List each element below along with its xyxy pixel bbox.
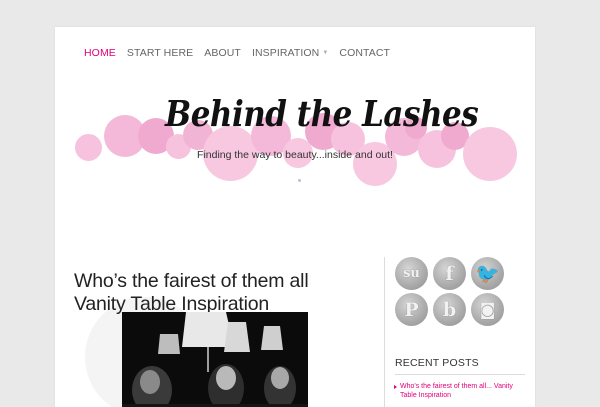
bloglovin-glyph: b — [442, 298, 457, 321]
stumbleupon-icon[interactable]: su — [395, 257, 428, 290]
bloglovin-icon[interactable]: b — [433, 293, 466, 326]
post-title[interactable]: Who’s the fairest of them all Vanity Tab… — [74, 270, 364, 316]
nav-item-home[interactable]: HOME — [84, 46, 116, 60]
recent-post-link[interactable]: Who's the fairest of them all... Vanity … — [394, 382, 520, 400]
nav-item-contact[interactable]: CONTACT — [339, 46, 390, 60]
nav-item-start-here[interactable]: START HERE — [127, 46, 193, 60]
decorative-dot — [298, 179, 301, 182]
social-icons: su f 🐦 P b ◙ — [395, 257, 505, 326]
recent-posts-heading: RECENT POSTS — [395, 357, 525, 375]
post-title-line-1: Who’s the fairest of them all — [74, 270, 309, 293]
nav-item-inspiration-label: INSPIRATION — [251, 47, 320, 59]
nav-item-about[interactable]: ABOUT — [204, 46, 241, 60]
vanity-photo — [122, 312, 308, 407]
post-featured-image[interactable] — [122, 312, 308, 407]
instagram-icon[interactable]: ◙ — [471, 293, 504, 326]
facebook-glyph: f — [445, 262, 454, 285]
sidebar-divider — [384, 257, 385, 407]
site-tagline: Finding the way to beauty...inside and o… — [197, 149, 393, 161]
chevron-down-icon: ▼ — [322, 50, 329, 57]
twitter-glyph: 🐦 — [475, 263, 500, 285]
instagram-glyph: ◙ — [479, 300, 496, 319]
twitter-icon[interactable]: 🐦 — [471, 257, 504, 290]
site-title[interactable]: Behind the Lashes — [165, 94, 479, 135]
main-nav: HOME START HERE ABOUT INSPIRATION ▼ CONTA… — [84, 46, 401, 60]
nav-item-inspiration[interactable]: INSPIRATION ▼ — [252, 46, 328, 60]
page-container: HOME START HERE ABOUT INSPIRATION ▼ CONTA… — [55, 27, 535, 407]
stumbleupon-glyph: su — [403, 266, 420, 281]
pinterest-icon[interactable]: P — [395, 293, 428, 326]
pinterest-glyph: P — [404, 298, 419, 321]
facebook-icon[interactable]: f — [433, 257, 466, 290]
